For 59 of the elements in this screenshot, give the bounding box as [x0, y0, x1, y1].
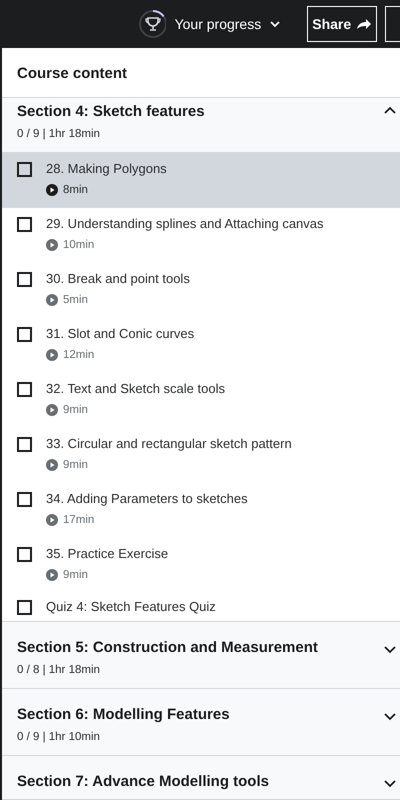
play-icon: [46, 514, 58, 526]
lecture-item[interactable]: 30. Break and point tools 5min: [2, 263, 400, 318]
lecture-item[interactable]: 33. Circular and rectangular sketch pattern 9min: [2, 428, 400, 483]
play-icon: [46, 349, 58, 361]
lecture-title: 31. Slot and Conic curves: [46, 326, 194, 342]
play-icon: [46, 239, 58, 251]
lecture-duration: 10min: [63, 239, 94, 251]
lecture-duration: 9min: [63, 459, 88, 471]
lecture-title: 32. Text and Sketch scale tools: [46, 381, 225, 397]
lecture-title: 28. Making Polygons: [46, 161, 167, 177]
lecture-item[interactable]: 28. Making Polygons 8min: [2, 153, 400, 208]
lecture-duration: 17min: [63, 514, 94, 526]
lecture-item[interactable]: 32. Text and Sketch scale tools 9min: [2, 373, 400, 428]
lecture-title: 33. Circular and rectangular sketch pattern: [46, 436, 292, 452]
checkbox[interactable]: [17, 327, 32, 342]
section-header[interactable]: Section 4: Sketch features 0 / 9 | 1hr 18min: [2, 98, 400, 153]
lecture-duration: 9min: [63, 404, 88, 416]
lecture-duration: 8min: [63, 184, 88, 196]
section-meta: 0 / 8 | 1hr 18min: [17, 663, 101, 678]
play-icon: [46, 184, 58, 196]
play-icon: [46, 294, 58, 306]
checkbox[interactable]: [17, 437, 32, 452]
checkbox[interactable]: [17, 272, 32, 287]
section-meta: 0 / 9 | 1hr 10min: [17, 730, 101, 745]
lecture-item[interactable]: 31. Slot and Conic curves 12min: [2, 318, 400, 373]
lecture-title: 35. Practice Exercise: [46, 546, 168, 562]
share-arrow-icon: [356, 16, 372, 32]
lecture-duration: 9min: [63, 569, 88, 581]
section-header[interactable]: Section 7: Advance Modelling tools: [2, 756, 400, 800]
section-header[interactable]: Section 6: Modelling Features 0 / 9 | 1hr 10min: [2, 689, 400, 756]
lecture-item[interactable]: 29. Understanding splines and Attaching canvas 10min: [2, 208, 400, 263]
checkbox[interactable]: [17, 547, 32, 562]
lecture-title: 30. Break and point tools: [46, 271, 190, 287]
section-title: Section 4: Sketch features: [17, 103, 205, 121]
lecture-duration: 12min: [63, 349, 94, 361]
share-button[interactable]: Share: [307, 6, 378, 42]
section-meta: 0 / 9 | 1hr 18min: [17, 127, 101, 142]
lecture-item[interactable]: 35. Practice Exercise 9min: [2, 538, 400, 593]
checkbox[interactable]: [17, 217, 32, 232]
lecture-title: Quiz 4: Sketch Features Quiz: [46, 599, 216, 615]
checkbox[interactable]: [17, 492, 32, 507]
header-button[interactable]: [385, 6, 400, 42]
lecture-title: 34. Adding Parameters to sketches: [46, 491, 248, 507]
lecture-duration: 5min: [63, 294, 88, 306]
play-icon: [46, 569, 58, 581]
progress-ring-icon[interactable]: [138, 9, 166, 39]
lecture-item[interactable]: Quiz 4: Sketch Features Quiz: [2, 593, 400, 621]
checkbox[interactable]: [17, 382, 32, 397]
play-icon: [46, 459, 58, 471]
checkbox[interactable]: [17, 162, 32, 177]
section-title: Section 6: Modelling Features: [17, 706, 230, 724]
checkbox[interactable]: [17, 600, 32, 615]
section-header[interactable]: Section 5: Construction and Measurement 0 / 8 | 1hr 18min: [2, 622, 400, 689]
progress-dropdown[interactable]: Your progress: [166, 16, 282, 32]
section-title: Section 7: Advance Modelling tools: [17, 773, 269, 791]
lecture-title: 29. Understanding splines and Attaching canvas: [46, 216, 324, 232]
lecture-item[interactable]: 34. Adding Parameters to sketches 17min: [2, 483, 400, 538]
section-title: Section 5: Construction and Measurement: [17, 639, 318, 657]
play-icon: [46, 404, 58, 416]
